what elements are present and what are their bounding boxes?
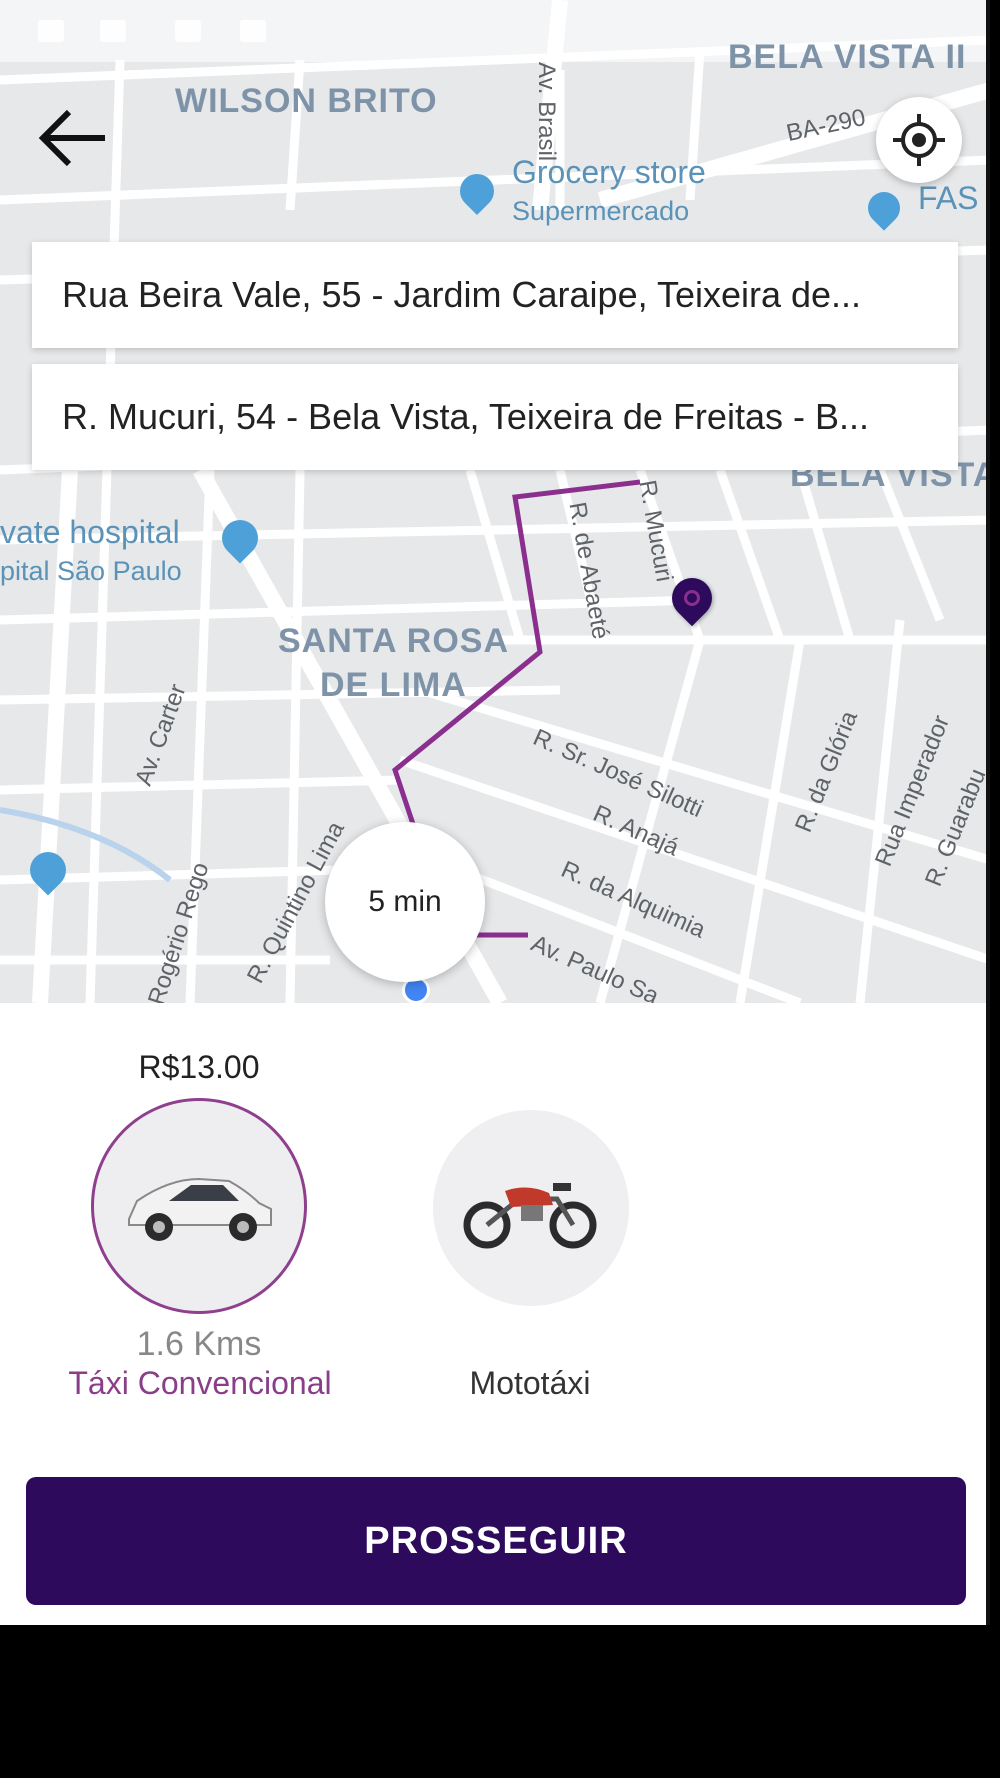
car-distance: 1.6 Kms: [136, 1325, 262, 1363]
origin-address-field[interactable]: Rua Beira Vale, 55 - Jardim Caraipe, Tei…: [32, 242, 958, 348]
origin-address-text: Rua Beira Vale, 55 - Jardim Caraipe, Tei…: [62, 274, 862, 315]
status-icon: [38, 20, 64, 42]
poi-hospital-subtitle: pital São Paulo: [0, 556, 182, 586]
poi-fas: FAS: [918, 180, 979, 216]
crosshair-icon: [893, 114, 945, 166]
poi-grocery-subtitle: Supermercado: [512, 196, 690, 226]
vehicle-label-moto[interactable]: Mototáxi: [400, 1365, 660, 1402]
destination-address-text: R. Mucuri, 54 - Bela Vista, Teixeira de …: [62, 396, 869, 437]
arrow-left-icon: [38, 109, 105, 167]
eta-badge: 5 min: [325, 822, 485, 982]
map-neighborhood-label: BELA VISTA II: [728, 38, 967, 76]
status-icon: [175, 20, 201, 42]
vehicle-selection-panel: R$13.00 1.6 Kms Táxi Convencional Mototá…: [0, 1003, 986, 1625]
app-screen: WILSON BRITO BELA VISTA II BELA VISTA SA…: [0, 0, 990, 1625]
poi-hospital-name[interactable]: vate hospital: [0, 514, 180, 551]
status-icon: [240, 20, 266, 42]
car-icon: [128, 1177, 272, 1241]
eta-text: 5 min: [368, 885, 442, 918]
map-streets: [0, 0, 986, 1003]
motorcycle-icon: [463, 1183, 597, 1249]
vehicle-option-moto[interactable]: [433, 1110, 629, 1306]
back-button[interactable]: [30, 95, 116, 181]
map-neighborhood-label: SANTA ROSA: [278, 622, 509, 660]
destination-pin-dot: [684, 590, 700, 606]
map-view[interactable]: WILSON BRITO BELA VISTA II BELA VISTA SA…: [0, 0, 986, 1003]
proceed-button[interactable]: PROSSEGUIR: [26, 1477, 966, 1605]
map-neighborhood-label: DE LIMA: [320, 666, 467, 704]
street-label: Av. Brasil: [533, 62, 560, 162]
my-location-button[interactable]: [876, 97, 962, 183]
vehicle-option-taxi[interactable]: [91, 1098, 307, 1314]
car-price: R$13.00: [138, 1049, 260, 1085]
map-neighborhood-label: WILSON BRITO: [175, 82, 438, 120]
destination-address-field[interactable]: R. Mucuri, 54 - Bela Vista, Teixeira de …: [32, 364, 958, 470]
status-icon: [100, 20, 126, 42]
vehicle-label-taxi[interactable]: Táxi Convencional: [40, 1365, 360, 1402]
screen-bottom-edge: [0, 1625, 1000, 1778]
